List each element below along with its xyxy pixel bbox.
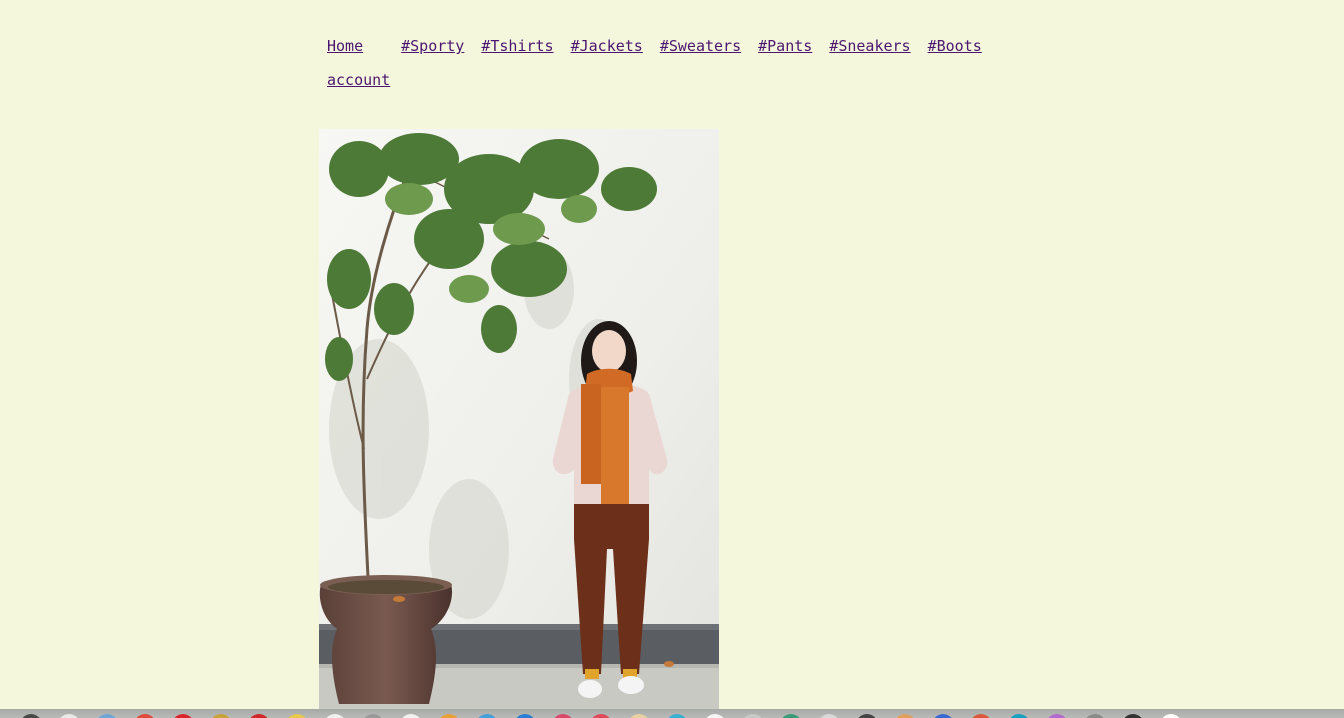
app-icon[interactable] [856, 714, 878, 718]
app-icon[interactable] [742, 714, 764, 718]
dock-bar [0, 709, 1344, 718]
nav-link-sweaters[interactable]: #Sweaters [660, 36, 741, 56]
app-icon[interactable] [476, 714, 498, 718]
app-icon[interactable] [590, 714, 612, 718]
app-icon[interactable] [248, 714, 270, 718]
app-icon[interactable] [818, 714, 840, 718]
nav-link-boots[interactable]: #Boots [928, 36, 982, 56]
app-icon[interactable] [514, 714, 536, 718]
app-icon[interactable] [894, 714, 916, 718]
nav-link-sporty[interactable]: #Sporty [401, 36, 464, 56]
app-icon[interactable] [324, 714, 346, 718]
app-icon[interactable] [1046, 714, 1068, 718]
app-icon[interactable] [58, 714, 80, 718]
app-icon[interactable] [666, 714, 688, 718]
app-icon[interactable] [1008, 714, 1030, 718]
app-icon[interactable] [932, 714, 954, 718]
app-icon[interactable] [400, 714, 422, 718]
nav-link-sneakers[interactable]: #Sneakers [829, 36, 910, 56]
app-icon[interactable] [780, 714, 802, 718]
nav-link-tshirts[interactable]: #Tshirts [481, 36, 553, 56]
app-icon[interactable] [1160, 714, 1182, 718]
app-icon[interactable] [172, 714, 194, 718]
app-icon[interactable] [286, 714, 308, 718]
nav-link-home[interactable]: Home [327, 36, 363, 56]
nav-link-pants[interactable]: #Pants [758, 36, 812, 56]
app-icon[interactable] [96, 714, 118, 718]
page: Home #Sporty #Tshirts #Jackets #Sweaters… [0, 0, 1344, 718]
app-icon[interactable] [704, 714, 726, 718]
nav-row-categories: Home #Sporty #Tshirts #Jackets #Sweaters… [327, 36, 1047, 70]
app-icon[interactable] [970, 714, 992, 718]
app-icon[interactable] [210, 714, 232, 718]
hero-photo [319, 129, 719, 710]
app-icon[interactable] [552, 714, 574, 718]
top-nav: Home #Sporty #Tshirts #Jackets #Sweaters… [327, 36, 1047, 104]
nav-link-account[interactable]: account [327, 70, 390, 90]
app-icon[interactable] [20, 714, 42, 718]
app-icon[interactable] [628, 714, 650, 718]
hero-photo-illustration [319, 129, 719, 710]
app-icon[interactable] [1122, 714, 1144, 718]
app-icon[interactable] [362, 714, 384, 718]
nav-link-jackets[interactable]: #Jackets [571, 36, 643, 56]
app-icon[interactable] [438, 714, 460, 718]
app-icon[interactable] [1084, 714, 1106, 718]
app-icon[interactable] [134, 714, 156, 718]
nav-row-account: account [327, 70, 1047, 104]
